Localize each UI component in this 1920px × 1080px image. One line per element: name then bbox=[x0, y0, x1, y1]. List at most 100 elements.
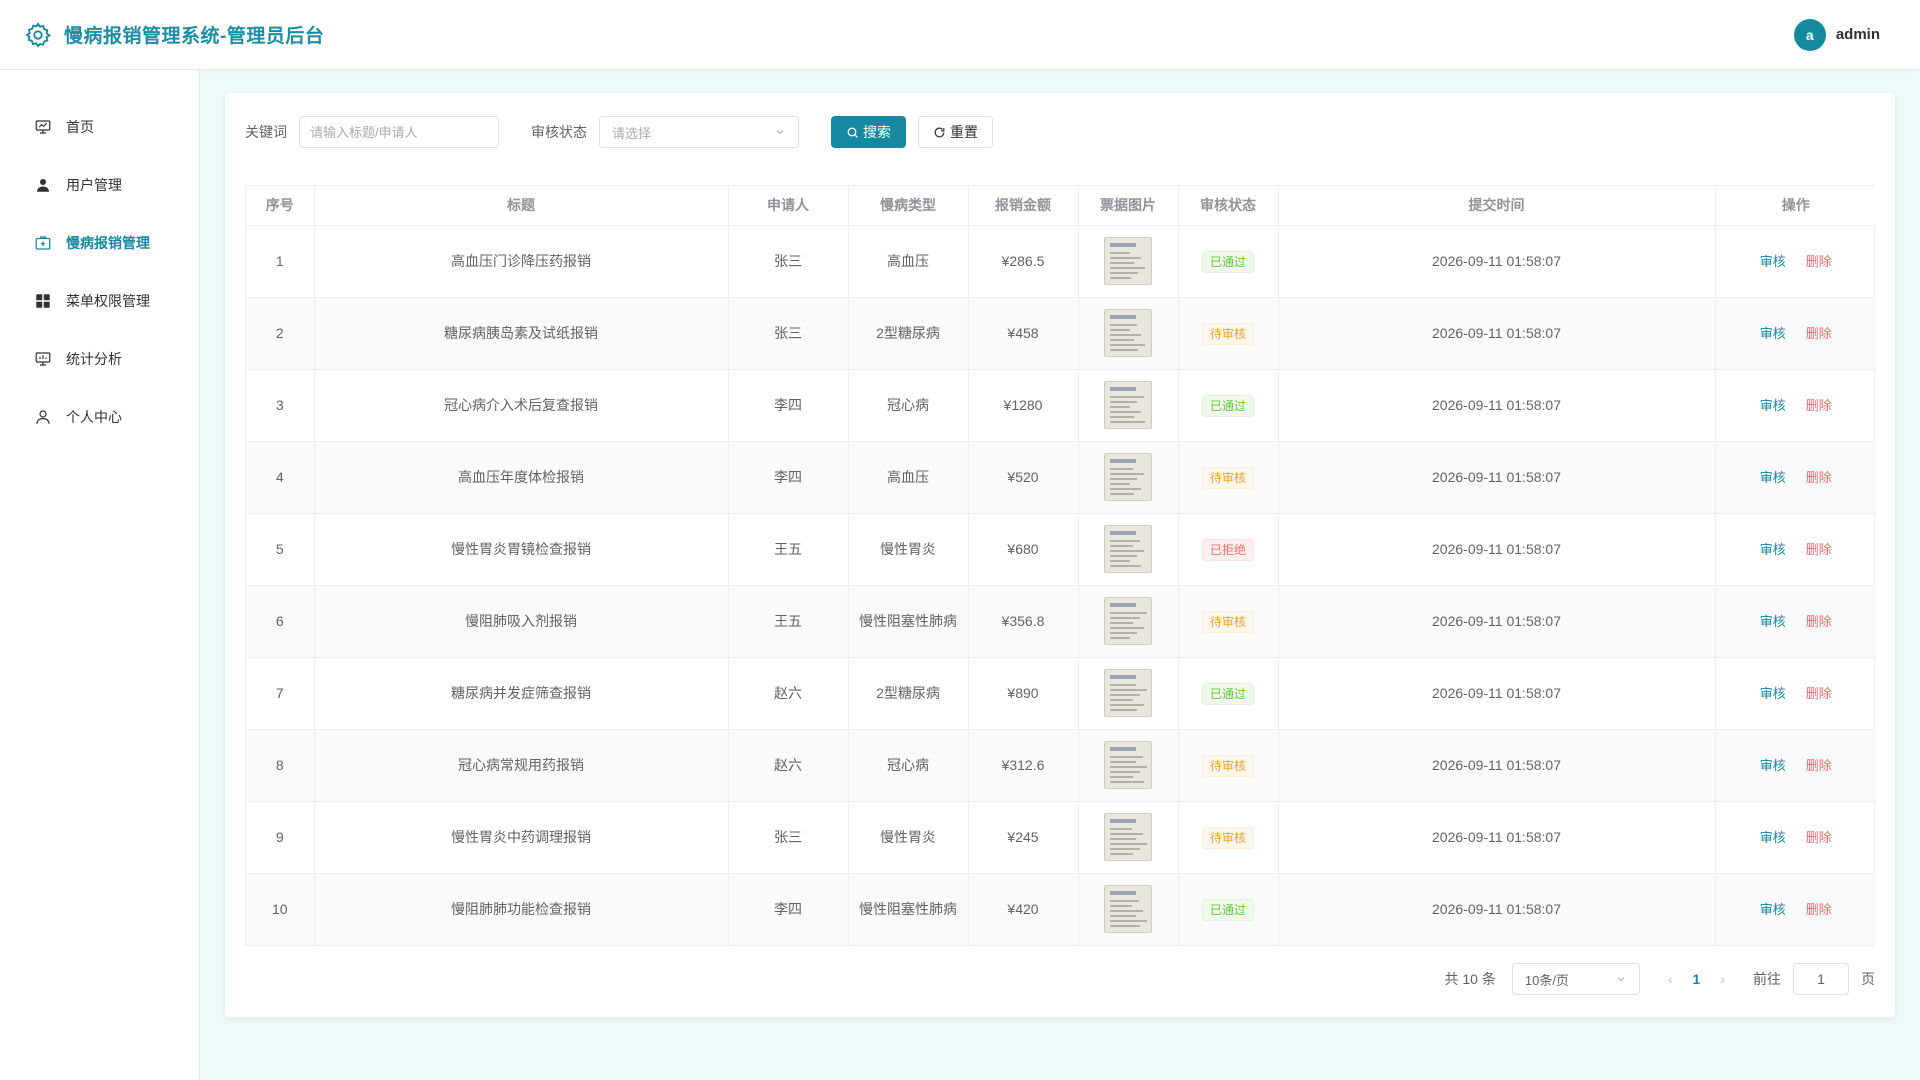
receipt-thumbnail[interactable] bbox=[1104, 741, 1152, 789]
table-row: 6 慢阻肺吸入剂报销 王五 慢性阻塞性肺病 ¥356.8 待审核 2026-09… bbox=[246, 585, 1876, 658]
delete-button[interactable]: 删除 bbox=[1806, 398, 1832, 413]
goto-label: 前往 bbox=[1753, 971, 1781, 987]
next-page-button[interactable]: › bbox=[1720, 971, 1725, 987]
sidebar-item-label: 慢病报销管理 bbox=[66, 235, 150, 251]
cell-title: 冠心病介入术后复查报销 bbox=[314, 369, 729, 442]
table-row: 2 糖尿病胰岛素及试纸报销 张三 2型糖尿病 ¥458 待审核 2026-09-… bbox=[246, 297, 1876, 370]
cell-disease-type: 慢性阻塞性肺病 bbox=[848, 585, 969, 658]
cell-amount: ¥1280 bbox=[968, 369, 1079, 442]
receipt-thumbnail[interactable] bbox=[1104, 669, 1152, 717]
cell-receipt bbox=[1078, 369, 1179, 442]
avatar[interactable]: a bbox=[1793, 18, 1826, 51]
cell-disease-type: 冠心病 bbox=[848, 729, 969, 802]
cell-amount: ¥312.6 bbox=[968, 729, 1079, 802]
delete-button[interactable]: 删除 bbox=[1806, 470, 1832, 485]
delete-button[interactable]: 删除 bbox=[1806, 902, 1832, 917]
delete-button[interactable]: 删除 bbox=[1806, 542, 1832, 557]
sidebar-item-statistics[interactable]: 统计分析 bbox=[0, 330, 199, 388]
review-button[interactable]: 审核 bbox=[1760, 758, 1786, 773]
cell-status: 已通过 bbox=[1178, 369, 1279, 442]
cell-no: 1 bbox=[246, 225, 315, 298]
delete-button[interactable]: 删除 bbox=[1806, 326, 1832, 341]
review-button[interactable]: 审核 bbox=[1760, 398, 1786, 413]
cell-disease-type: 慢性阻塞性肺病 bbox=[848, 873, 969, 945]
page-size-select[interactable]: 10条/页 bbox=[1511, 963, 1640, 995]
dashboard-icon bbox=[35, 120, 51, 134]
status-badge: 已通过 bbox=[1201, 250, 1254, 273]
keyword-input[interactable] bbox=[299, 116, 499, 148]
sidebar-item-profile[interactable]: 个人中心 bbox=[0, 388, 199, 446]
cell-no: 6 bbox=[246, 585, 315, 658]
delete-button[interactable]: 删除 bbox=[1806, 614, 1832, 629]
delete-button[interactable]: 删除 bbox=[1806, 686, 1832, 701]
receipt-thumbnail[interactable] bbox=[1104, 885, 1152, 934]
receipt-thumbnail[interactable] bbox=[1104, 813, 1152, 861]
review-button[interactable]: 审核 bbox=[1760, 542, 1786, 557]
chevron-down-icon bbox=[1617, 977, 1625, 982]
receipt-thumbnail[interactable] bbox=[1104, 597, 1152, 645]
review-button[interactable]: 审核 bbox=[1760, 902, 1786, 917]
status-select[interactable]: 请选择 bbox=[599, 116, 799, 148]
cell-receipt bbox=[1078, 657, 1179, 730]
review-button[interactable]: 审核 bbox=[1760, 470, 1786, 485]
status-badge: 已拒绝 bbox=[1201, 538, 1254, 561]
receipt-thumbnail[interactable] bbox=[1104, 525, 1152, 573]
sidebar-item-home[interactable]: 首页 bbox=[0, 98, 199, 156]
review-button[interactable]: 审核 bbox=[1760, 254, 1786, 269]
keyword-label: 关键词 bbox=[245, 124, 287, 140]
cell-title: 慢性胃炎中药调理报销 bbox=[314, 801, 729, 874]
review-button[interactable]: 审核 bbox=[1760, 686, 1786, 701]
column-header: 票据图片 bbox=[1078, 186, 1179, 226]
search-button-label: 搜索 bbox=[863, 124, 891, 140]
cell-disease-type: 慢性胃炎 bbox=[848, 801, 969, 874]
page-number-current[interactable]: 1 bbox=[1693, 971, 1701, 987]
receipt-thumbnail[interactable] bbox=[1104, 381, 1152, 429]
column-header: 慢病类型 bbox=[848, 186, 969, 226]
receipt-thumbnail[interactable] bbox=[1104, 309, 1152, 357]
username[interactable]: admin bbox=[1836, 26, 1880, 43]
grid-icon bbox=[36, 294, 50, 308]
table-row: 5 慢性胃炎胃镜检查报销 王五 慢性胃炎 ¥680 已拒绝 2026-09-11… bbox=[246, 513, 1876, 586]
cell-no: 3 bbox=[246, 369, 315, 442]
review-button[interactable]: 审核 bbox=[1760, 326, 1786, 341]
prev-page-button[interactable]: ‹ bbox=[1668, 971, 1673, 987]
cell-time: 2026-09-11 01:58:07 bbox=[1278, 801, 1716, 874]
cell-status: 待审核 bbox=[1178, 729, 1279, 802]
table-row: 3 冠心病介入术后复查报销 李四 冠心病 ¥1280 已通过 2026-09-1… bbox=[246, 369, 1876, 442]
sidebar-item-permissions[interactable]: 菜单权限管理 bbox=[0, 272, 199, 330]
cell-disease-type: 慢性胃炎 bbox=[848, 513, 969, 586]
cell-actions: 审核 删除 bbox=[1715, 729, 1876, 802]
cell-amount: ¥680 bbox=[968, 513, 1079, 586]
cell-actions: 审核 删除 bbox=[1715, 297, 1876, 370]
cell-status: 待审核 bbox=[1178, 297, 1279, 370]
sidebar-item-label: 个人中心 bbox=[66, 409, 122, 425]
column-header: 提交时间 bbox=[1278, 186, 1716, 226]
filter-bar: 关键词 审核状态 请选择 搜索 重置 bbox=[245, 115, 993, 149]
sidebar-item-claims[interactable]: 慢病报销管理 bbox=[0, 214, 199, 272]
sidebar-item-users[interactable]: 用户管理 bbox=[0, 156, 199, 214]
page-unit-label: 页 bbox=[1861, 971, 1875, 987]
reset-button[interactable]: 重置 bbox=[918, 116, 993, 148]
search-button[interactable]: 搜索 bbox=[831, 116, 906, 148]
delete-button[interactable]: 删除 bbox=[1806, 830, 1832, 845]
cell-applicant: 赵六 bbox=[728, 729, 849, 802]
review-button[interactable]: 审核 bbox=[1760, 614, 1786, 629]
cell-no: 4 bbox=[246, 441, 315, 514]
status-badge: 待审核 bbox=[1201, 754, 1254, 777]
brand: 慢病报销管理系统-管理员后台 bbox=[24, 21, 324, 49]
cell-applicant: 李四 bbox=[728, 369, 849, 442]
sidebar-item-label: 统计分析 bbox=[66, 351, 122, 367]
cell-amount: ¥286.5 bbox=[968, 225, 1079, 298]
receipt-thumbnail[interactable] bbox=[1104, 453, 1152, 501]
status-badge: 待审核 bbox=[1201, 466, 1254, 489]
user-menu[interactable]: a admin bbox=[1793, 18, 1880, 51]
reset-button-label: 重置 bbox=[950, 124, 978, 140]
table-row: 4 高血压年度体检报销 李四 高血压 ¥520 待审核 2026-09-11 0… bbox=[246, 441, 1876, 514]
page-size-value: 10条/页 bbox=[1524, 972, 1569, 988]
receipt-thumbnail[interactable] bbox=[1104, 237, 1152, 285]
delete-button[interactable]: 删除 bbox=[1806, 758, 1832, 773]
goto-page-input[interactable]: 1 bbox=[1793, 963, 1849, 995]
review-button[interactable]: 审核 bbox=[1760, 830, 1786, 845]
cell-receipt bbox=[1078, 513, 1179, 586]
delete-button[interactable]: 删除 bbox=[1806, 254, 1832, 269]
